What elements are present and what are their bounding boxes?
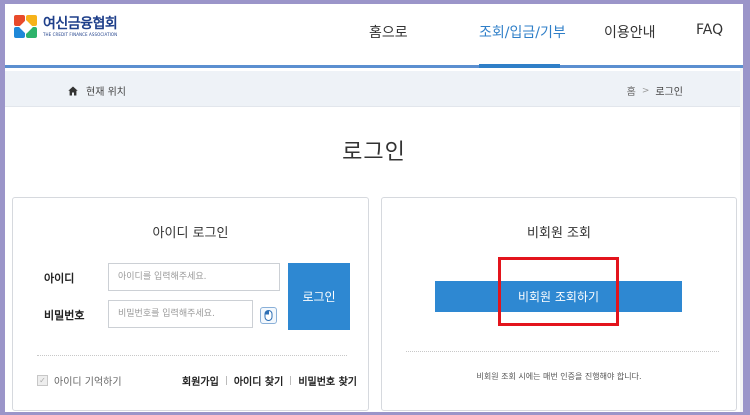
home-icon xyxy=(68,86,78,95)
remember-id-label: 아이디 기억하기 xyxy=(54,377,122,388)
nav-inquiry[interactable]: 조회/입금/기부 xyxy=(479,22,566,42)
id-input[interactable] xyxy=(108,263,280,291)
guest-notice: 비회원 조회 시에는 매번 인증을 진행해야 합니다. xyxy=(476,372,642,381)
divider xyxy=(406,351,719,352)
account-links: 회원가입 아이디 찾기 비밀번호 찾기 xyxy=(182,373,357,388)
password-input[interactable] xyxy=(108,300,253,328)
remember-id[interactable]: ✓ 아이디 기억하기 xyxy=(37,373,122,388)
site-header: 여신금융협회 THE CREDIT FINANCE ASSOCIATION 홈으… xyxy=(5,4,743,68)
find-password-link[interactable]: 비밀번호 찾기 xyxy=(298,373,357,388)
guest-panel: 비회원 조회 비회원 조회하기 비회원 조회 시에는 매번 인증을 진행해야 합… xyxy=(381,197,737,411)
nav-home[interactable]: 홈으로 xyxy=(369,22,408,42)
signup-link[interactable]: 회원가입 xyxy=(182,373,219,388)
breadcrumb-home[interactable]: 홈 xyxy=(627,83,636,98)
page-title: 로그인 xyxy=(342,140,406,165)
breadcrumb: 홈 > 로그인 xyxy=(627,83,683,99)
breadcrumb-current: 로그인 xyxy=(655,87,683,98)
highlight-box xyxy=(498,257,619,326)
nav-active-indicator xyxy=(479,64,560,68)
id-login-title: 아이디 로그인 xyxy=(152,226,229,241)
remember-id-checkbox[interactable]: ✓ xyxy=(37,375,48,386)
id-label: 아이디 xyxy=(44,272,75,285)
current-location-label: 현재 위치 xyxy=(86,87,126,98)
virtual-keyboard-button[interactable] xyxy=(260,307,277,324)
nav-guide[interactable]: 이용안내 xyxy=(604,22,656,42)
mouse-icon xyxy=(264,310,273,321)
breadcrumb-separator: > xyxy=(641,85,650,96)
breadcrumb-bar: 현재 위치 홈 > 로그인 xyxy=(5,71,743,107)
nav-faq[interactable]: FAQ xyxy=(696,22,723,38)
id-login-panel: 아이디 로그인 아이디 비밀번호 로그인 ✓ 아이디 기억하기 회원가입 아이디… xyxy=(12,197,369,411)
current-location: 현재 위치 xyxy=(68,83,126,98)
password-label: 비밀번호 xyxy=(44,309,85,322)
main-nav: 홈으로 조회/입금/기부 이용안내 FAQ xyxy=(5,4,743,66)
browser-page: 여신금융협회 THE CREDIT FINANCE ASSOCIATION 홈으… xyxy=(5,4,743,412)
scrollbar-track[interactable] xyxy=(740,68,743,412)
login-button[interactable]: 로그인 xyxy=(288,263,350,330)
divider xyxy=(37,355,347,356)
guest-title: 비회원 조회 xyxy=(527,226,591,241)
find-id-link[interactable]: 아이디 찾기 xyxy=(234,373,283,388)
